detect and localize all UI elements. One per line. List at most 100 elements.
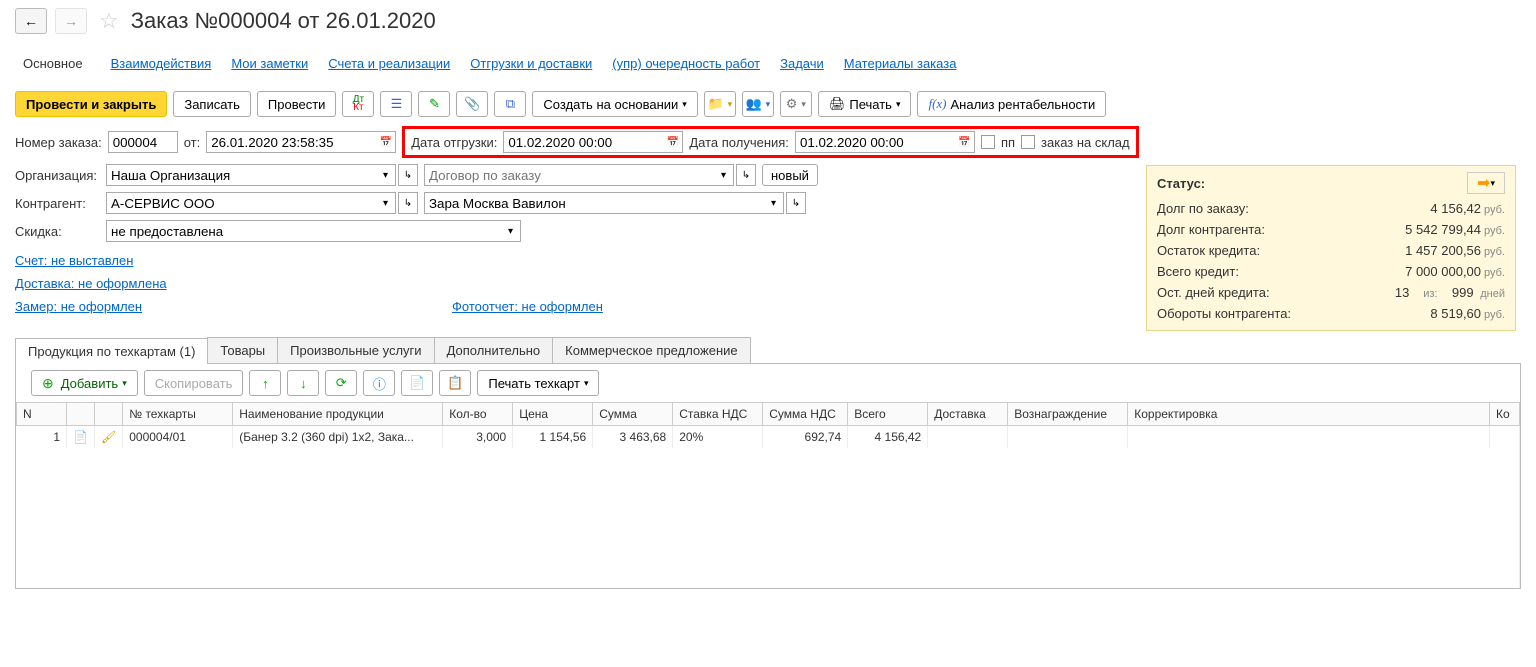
main-toolbar: Провести и закрыть Записать Провести ДтК… <box>0 85 1536 123</box>
delivery-link[interactable]: Доставка: не оформлена <box>15 276 167 291</box>
discount-input[interactable] <box>106 220 501 242</box>
dtkt-icon[interactable]: ДтКт <box>342 91 374 117</box>
dates-highlight: Дата отгрузки: 📅 Дата получения: 📅 пп за… <box>402 126 1138 158</box>
new-contract-button[interactable]: новый <box>762 164 818 186</box>
tab-services[interactable]: Произвольные услуги <box>277 337 434 363</box>
refresh-icon[interactable]: ⟳ <box>325 370 357 396</box>
edit-icon[interactable]: ✎ <box>418 91 450 117</box>
ship-date-input[interactable] <box>503 131 663 153</box>
tab-goods[interactable]: Товары <box>207 337 278 363</box>
col-n[interactable]: N <box>17 403 67 426</box>
structure-icon[interactable]: ⧉ <box>494 91 526 117</box>
page-title: Заказ №000004 от 26.01.2020 <box>131 8 436 34</box>
date-input[interactable] <box>206 131 376 153</box>
counterparty-input[interactable] <box>106 192 376 214</box>
open-icon[interactable]: ↳ <box>398 192 418 214</box>
status-arrow-button[interactable]: ➡ <box>1467 172 1505 194</box>
tool-icon: 🖌 <box>101 430 116 444</box>
print-tc-button[interactable]: Печать техкарт <box>477 370 599 396</box>
calendar-icon[interactable]: 📅 <box>955 131 975 153</box>
photoreport-link[interactable]: Фотоотчет: не оформлен <box>452 299 603 314</box>
status-title: Статус: <box>1157 176 1205 191</box>
create-based-button[interactable]: Создать на основании <box>532 91 697 117</box>
dropdown-icon[interactable]: ▾ <box>501 220 521 242</box>
calendar-icon[interactable]: 📅 <box>663 131 683 153</box>
order-debt-value: 4 156,42 <box>1430 201 1481 216</box>
tab-invoices[interactable]: Счета и реализации <box>328 52 450 75</box>
attach-icon[interactable]: 📎 <box>456 91 488 117</box>
back-button[interactable]: ← <box>15 8 47 34</box>
paste-icon[interactable]: 📋 <box>439 370 471 396</box>
contract-input[interactable] <box>424 164 714 186</box>
col-vatsum[interactable]: Сумма НДС <box>763 403 848 426</box>
col-delivery[interactable]: Доставка <box>928 403 1008 426</box>
order-no-input[interactable] <box>108 131 178 153</box>
tab-extra[interactable]: Дополнительно <box>434 337 554 363</box>
post-button[interactable]: Провести <box>257 91 337 117</box>
tab-interactions[interactable]: Взаимодействия <box>111 52 212 75</box>
move-up-icon[interactable]: ↑ <box>249 370 281 396</box>
forward-button[interactable]: → <box>55 8 87 34</box>
col-tcno[interactable]: № техкарты <box>123 403 233 426</box>
tab-products[interactable]: Продукция по техкартам (1) <box>15 338 208 364</box>
save-button[interactable]: Записать <box>173 91 251 117</box>
copy-doc-icon[interactable]: 📄 <box>401 370 433 396</box>
col-ko[interactable]: Ко <box>1490 403 1520 426</box>
org-input[interactable] <box>106 164 376 186</box>
col-korr[interactable]: Корректировка <box>1128 403 1490 426</box>
list-icon[interactable]: ☰ <box>380 91 412 117</box>
col-icon2[interactable] <box>95 403 123 426</box>
folder-icon[interactable]: 📁 <box>704 91 736 117</box>
products-grid: N № техкарты Наименование продукции Кол-… <box>16 402 1520 588</box>
copy-button[interactable]: Скопировать <box>144 370 244 396</box>
tab-tasks[interactable]: Задачи <box>780 52 824 75</box>
ship-date-label: Дата отгрузки: <box>411 135 497 150</box>
table-row[interactable]: 1 📄 🖌 000004/01 (Банер 3.2 (360 dpi) 1x2… <box>17 426 1520 449</box>
move-down-icon[interactable]: ↓ <box>287 370 319 396</box>
invoice-link[interactable]: Счет: не выставлен <box>15 253 133 268</box>
tab-notes[interactable]: Мои заметки <box>231 52 308 75</box>
doc-icon: 📄 <box>73 430 88 444</box>
open-icon[interactable]: ↳ <box>786 192 806 214</box>
dropdown-icon[interactable]: ▾ <box>764 192 784 214</box>
col-sum[interactable]: Сумма <box>593 403 673 426</box>
col-qty[interactable]: Кол-во <box>443 403 513 426</box>
dropdown-icon[interactable]: ▾ <box>376 164 396 186</box>
table-toolbar: Добавить Скопировать ↑ ↓ ⟳ ⓘ 📄 📋 Печать … <box>15 364 1521 402</box>
tab-workorder[interactable]: (упр) очередность работ <box>612 52 760 75</box>
tab-offer[interactable]: Коммерческое предложение <box>552 337 750 363</box>
col-icon1[interactable] <box>67 403 95 426</box>
users-icon[interactable]: 👥 <box>742 91 774 117</box>
pp-checkbox[interactable] <box>981 135 995 149</box>
open-icon[interactable]: ↳ <box>736 164 756 186</box>
info-icon[interactable]: ⓘ <box>363 370 395 396</box>
org-label: Организация: <box>15 168 100 183</box>
discount-label: Скидка: <box>15 224 100 239</box>
dropdown-icon[interactable]: ▾ <box>714 164 734 186</box>
to-stock-checkbox[interactable] <box>1021 135 1035 149</box>
gear-icon[interactable]: ⚙ <box>780 91 812 117</box>
tab-main[interactable]: Основное <box>15 52 91 75</box>
profitability-button[interactable]: f(x) Анализ рентабельности <box>917 91 1106 117</box>
recv-date-input[interactable] <box>795 131 955 153</box>
tab-shipments[interactable]: Отгрузки и доставки <box>470 52 592 75</box>
measure-link[interactable]: Замер: не оформлен <box>15 299 142 314</box>
favorite-star-icon[interactable]: ☆ <box>99 8 119 34</box>
col-name[interactable]: Наименование продукции <box>233 403 443 426</box>
section-tabs: Основное Взаимодействия Мои заметки Счет… <box>0 42 1536 85</box>
calendar-icon[interactable]: 📅 <box>376 131 396 153</box>
col-price[interactable]: Цена <box>513 403 593 426</box>
col-total[interactable]: Всего <box>848 403 928 426</box>
credit-total-label: Всего кредит: <box>1157 264 1239 279</box>
dropdown-icon[interactable]: ▾ <box>376 192 396 214</box>
print-button[interactable]: 🖨 Печать <box>818 91 912 117</box>
add-button[interactable]: Добавить <box>31 370 138 396</box>
tab-materials[interactable]: Материалы заказа <box>844 52 957 75</box>
store-input[interactable] <box>424 192 764 214</box>
order-no-label: Номер заказа: <box>15 135 102 150</box>
credit-days-label: Ост. дней кредита: <box>1157 285 1270 300</box>
col-vatrate[interactable]: Ставка НДС <box>673 403 763 426</box>
post-and-close-button[interactable]: Провести и закрыть <box>15 91 167 117</box>
open-icon[interactable]: ↳ <box>398 164 418 186</box>
col-reward[interactable]: Вознаграждение <box>1008 403 1128 426</box>
